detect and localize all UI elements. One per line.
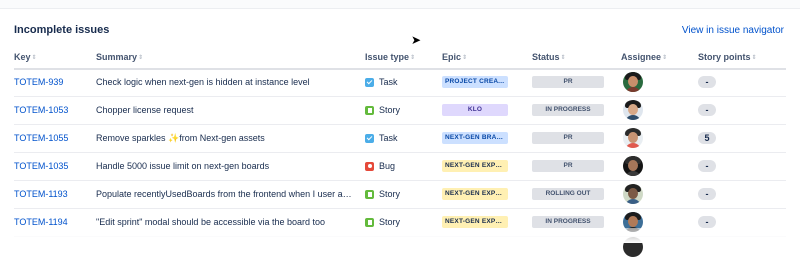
epic-lozenge[interactable]: NEXT-GEN EXPER… bbox=[442, 188, 508, 200]
issue-summary[interactable]: Check logic when next-gen is hidden at i… bbox=[96, 77, 310, 87]
story-points-badge: - bbox=[698, 216, 716, 228]
issue-key-link[interactable]: TOTEM-1193 bbox=[14, 189, 68, 199]
issue-type-label: Story bbox=[379, 189, 401, 199]
issue-key-link[interactable]: TOTEM-1055 bbox=[14, 133, 68, 143]
story-icon bbox=[365, 189, 374, 199]
table-row[interactable]: TOTEM-1035 Handle 5000 issue limit on ne… bbox=[14, 152, 786, 181]
issue-type-label: Task bbox=[379, 133, 398, 143]
status-lozenge: ROLLING OUT bbox=[532, 188, 604, 200]
bug-icon bbox=[365, 161, 374, 171]
task-icon bbox=[365, 133, 374, 143]
issue-summary[interactable]: "Edit sprint" modal should be accessible… bbox=[96, 217, 325, 227]
issue-type-label: Task bbox=[379, 77, 398, 87]
assignee-avatar[interactable] bbox=[623, 184, 643, 204]
column-header-issue-type[interactable]: Issue type⇕ bbox=[365, 52, 415, 62]
issue-key-link[interactable]: TOTEM-1194 bbox=[14, 217, 68, 227]
status-lozenge: IN PROGRESS bbox=[532, 216, 604, 228]
view-in-issue-navigator-link[interactable]: View in issue navigator bbox=[682, 25, 784, 36]
scroll-fade bbox=[0, 228, 800, 243]
sort-icon: ⇕ bbox=[560, 55, 566, 61]
epic-lozenge[interactable]: PROJECT CREATE… bbox=[442, 76, 508, 88]
assignee-avatar[interactable] bbox=[623, 156, 643, 176]
issue-summary[interactable]: Populate recentlyUsedBoards from the fro… bbox=[96, 189, 354, 199]
issue-key-link[interactable]: TOTEM-1053 bbox=[14, 105, 68, 115]
section-header: Incomplete issues View in issue navigato… bbox=[14, 24, 786, 40]
epic-lozenge[interactable]: KLO bbox=[442, 104, 508, 116]
story-points-badge: - bbox=[698, 188, 716, 200]
issue-key-link[interactable]: TOTEM-939 bbox=[14, 77, 63, 87]
column-header-key[interactable]: Key⇕ bbox=[14, 52, 37, 62]
epic-lozenge[interactable]: NEXT-GEN EXPER… bbox=[442, 160, 508, 172]
table-row[interactable]: TOTEM-1055 Remove sparkles ✨from Next-ge… bbox=[14, 124, 786, 153]
epic-lozenge[interactable]: NEXT-GEN EXPER… bbox=[442, 216, 508, 228]
assignee-avatar[interactable] bbox=[623, 100, 643, 120]
issue-summary[interactable]: Remove sparkles ✨from Next-gen assets bbox=[96, 133, 265, 144]
issue-type-label: Bug bbox=[379, 161, 396, 171]
issue-summary[interactable]: Handle 5000 issue limit on next-gen boar… bbox=[96, 161, 269, 171]
assignee-avatar[interactable] bbox=[623, 72, 643, 92]
status-lozenge: PR bbox=[532, 76, 604, 88]
table-row[interactable]: TOTEM-939 Check logic when next-gen is h… bbox=[14, 68, 786, 97]
column-header-epic[interactable]: Epic⇕ bbox=[442, 52, 467, 62]
mouse-cursor-icon: ➤ bbox=[411, 33, 422, 47]
issue-type-label: Story bbox=[379, 105, 401, 115]
story-points-badge: 5 bbox=[698, 132, 716, 144]
column-header-assignee[interactable]: Assignee⇕ bbox=[621, 52, 667, 62]
sort-icon: ⇕ bbox=[751, 55, 757, 61]
column-header-status[interactable]: Status⇕ bbox=[532, 52, 566, 62]
story-icon bbox=[365, 105, 374, 115]
column-header-summary[interactable]: Summary⇕ bbox=[96, 52, 143, 62]
sort-icon: ⇕ bbox=[662, 55, 668, 61]
status-lozenge: PR bbox=[532, 132, 604, 144]
table-row[interactable]: TOTEM-1053 Chopper license request Story… bbox=[14, 96, 786, 125]
section-title: Incomplete issues bbox=[14, 24, 110, 36]
sort-icon: ⇕ bbox=[31, 55, 37, 61]
issue-key-link[interactable]: TOTEM-1035 bbox=[14, 161, 68, 171]
status-lozenge: IN PROGRESS bbox=[532, 104, 604, 116]
story-points-badge: - bbox=[698, 104, 716, 116]
story-icon bbox=[365, 217, 374, 227]
story-points-badge: - bbox=[698, 76, 716, 88]
top-edge bbox=[0, 0, 800, 9]
sort-icon: ⇕ bbox=[462, 55, 468, 61]
sort-icon: ⇕ bbox=[410, 55, 416, 61]
epic-lozenge[interactable]: NEXT-GEN BRAN… bbox=[442, 132, 508, 144]
assignee-avatar[interactable] bbox=[623, 128, 643, 148]
sort-icon: ⇕ bbox=[138, 55, 144, 61]
status-lozenge: PR bbox=[532, 160, 604, 172]
issue-summary[interactable]: Chopper license request bbox=[96, 105, 194, 115]
column-header-story-points[interactable]: Story points⇕ bbox=[698, 52, 757, 62]
task-icon bbox=[365, 77, 374, 87]
story-points-badge: - bbox=[698, 160, 716, 172]
table-row[interactable]: TOTEM-1193 Populate recentlyUsedBoards f… bbox=[14, 180, 786, 209]
issue-type-label: Story bbox=[379, 217, 401, 227]
